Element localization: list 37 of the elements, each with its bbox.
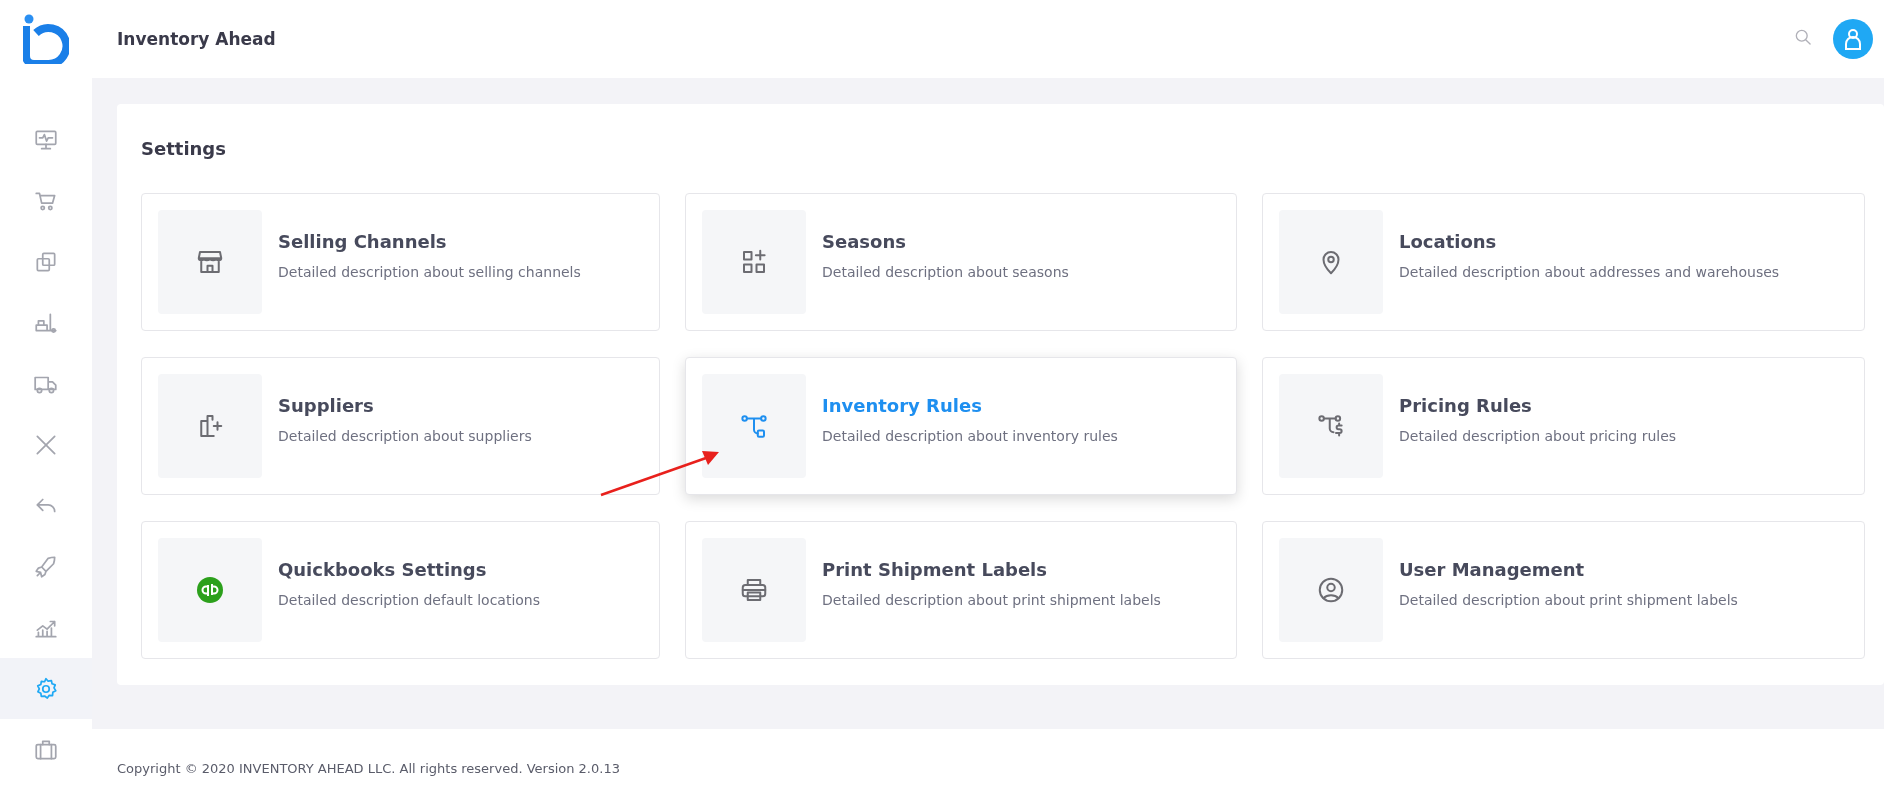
card-title: Quickbooks Settings [278,558,488,580]
settings-card[interactable]: Locations Detailed description about addresses and warehouses [1262,193,1865,331]
settings-card[interactable]: Selling Channels Detailed description about selling channels [141,193,660,331]
settings-card[interactable]: Print Shipment Labels Detailed description about print shipment labels [685,521,1237,659]
card-description: Detailed description about seasons [822,263,1069,280]
card-description: Detailed description about selling channels [278,263,581,280]
copyright-text: Copyright © 2020 INVENTORY AHEAD LLC. All rights reserved. Version 2.0.13 [117,761,620,776]
card-title: Suppliers [278,394,375,416]
card-title: Seasons [822,230,907,252]
card-title: Selling Channels [278,230,448,252]
card-description: Detailed description about inventory rules [822,427,1118,444]
card-title: User Management [1399,558,1586,580]
settings-card[interactable]: Quickbooks Settings Detailed description default locations [141,521,660,659]
rocket-icon [33,553,59,580]
logo-icon [23,14,69,64]
search-icon [1793,27,1813,47]
card-title: Inventory Rules [822,394,983,416]
app-title: Inventory Ahead [116,29,277,49]
settings-card[interactable]: Suppliers Detailed description about suppliers [141,357,660,495]
card-title: Pricing Rules [1399,394,1533,416]
user-avatar[interactable] [1833,19,1873,59]
user-circle-icon [1316,575,1346,605]
card-description: Detailed description about print shipment labels [1399,591,1738,608]
card-description: Detailed description default locations [278,591,541,608]
card-title: Locations [1399,230,1498,252]
sidebar-item[interactable] [0,658,92,719]
settings-card[interactable]: Pricing Rules Detailed description about pricing rules [1262,357,1865,495]
settings-card[interactable]: User Management Detailed description about print shipment labels [1262,521,1865,659]
settings-card[interactable]: Inventory Rules Detailed description about inventory rules [685,357,1237,495]
page-title: Settings [141,138,227,159]
settings-card[interactable]: Seasons Detailed description about seasons [685,193,1237,331]
card-title: Print Shipment Labels [822,558,1048,580]
card-description: Detailed description about addresses and warehouses [1399,263,1780,280]
card-description: Detailed description about suppliers [278,427,532,444]
card-description: Detailed description about print shipment labels [822,591,1161,608]
card-description: Detailed description about pricing rules [1399,427,1677,444]
quickbooks-logo-icon [197,577,223,603]
